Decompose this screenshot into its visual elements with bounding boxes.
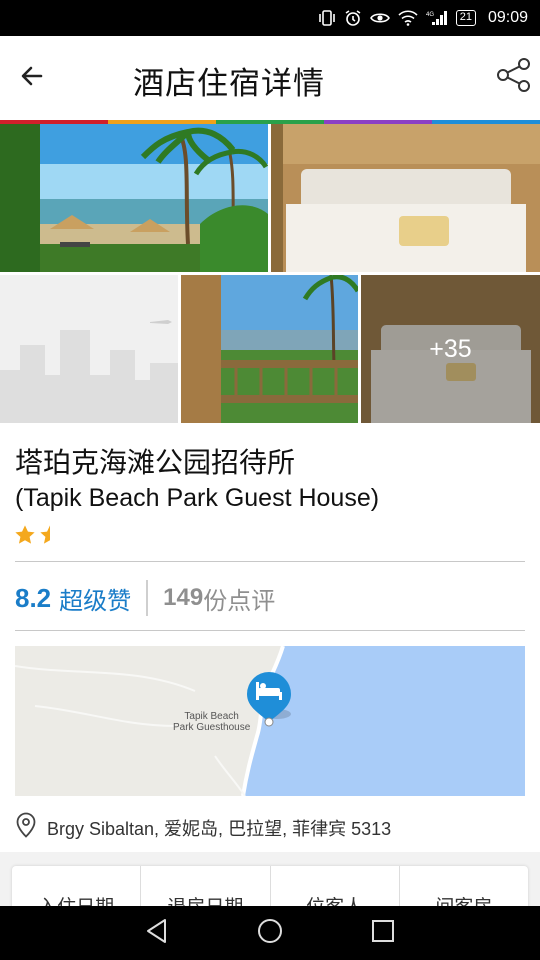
location-map[interactable]: Tapik Beach Park Guesthouse: [15, 646, 525, 796]
clock: 09:09: [487, 9, 528, 26]
system-nav-bar: [0, 906, 540, 960]
hotel-name-english: (Tapik Beach Park Guest House): [15, 484, 380, 512]
alarm-icon: [344, 9, 362, 27]
photo-placeholder[interactable]: [0, 275, 178, 423]
location-pin-icon: [15, 812, 37, 843]
page-title: 酒店住宿详情: [133, 66, 325, 101]
share-icon: [495, 56, 533, 99]
eye-icon: [369, 11, 390, 25]
star-half-icon: [39, 524, 61, 551]
signal-4g-icon: 4G: [426, 10, 448, 26]
review-score-word: 超级赞: [59, 587, 132, 615]
status-bar: 4G 21 09:09: [0, 0, 540, 36]
back-button[interactable]: [14, 60, 50, 96]
vertical-separator: [146, 580, 149, 616]
divider: [15, 630, 525, 631]
photo-more[interactable]: +35: [361, 275, 540, 423]
app-header: 酒店住宿详情: [0, 36, 540, 120]
review-count-label: 份点评: [203, 587, 276, 615]
nav-recents-button[interactable]: [363, 913, 403, 953]
star-rating: [14, 524, 61, 551]
review-count: 149: [163, 584, 204, 611]
nav-home-button[interactable]: [250, 913, 290, 953]
svg-text:4G: 4G: [426, 12, 434, 18]
photo-beach[interactable]: [0, 124, 268, 272]
more-photos-count: +35: [361, 275, 540, 423]
photo-room[interactable]: [271, 124, 540, 272]
photo-gallery: +35: [0, 124, 540, 424]
triangle-back-icon: [145, 918, 169, 949]
review-summary[interactable]: 8.2 超级赞 149 份点评: [15, 578, 275, 618]
review-score: 8.2: [15, 582, 52, 613]
star-full-icon: [14, 524, 36, 551]
map-label-line1: Tapik Beach: [184, 711, 239, 722]
hotel-name-chinese: 塔珀克海滩公园招待所: [15, 447, 296, 478]
map-label-line2: Park Guesthouse: [173, 722, 251, 733]
address-text: Brgy Sibaltan, 爱妮岛, 巴拉望, 菲律宾 5313: [47, 818, 392, 839]
circle-home-icon: [257, 918, 283, 949]
photo-balcony[interactable]: [181, 275, 358, 423]
divider: [15, 561, 525, 562]
vibrate-icon: [318, 10, 336, 26]
share-button[interactable]: [494, 57, 534, 97]
wifi-icon: [398, 10, 418, 26]
square-recents-icon: [371, 919, 395, 948]
nav-back-button[interactable]: [137, 913, 177, 953]
map-location-label: Tapik Beach Park Guesthouse: [173, 711, 250, 733]
battery-icon: 21: [455, 10, 476, 26]
back-arrow-icon: [20, 64, 44, 93]
address-row[interactable]: Brgy Sibaltan, 爱妮岛, 巴拉望, 菲律宾 5313: [15, 812, 391, 843]
